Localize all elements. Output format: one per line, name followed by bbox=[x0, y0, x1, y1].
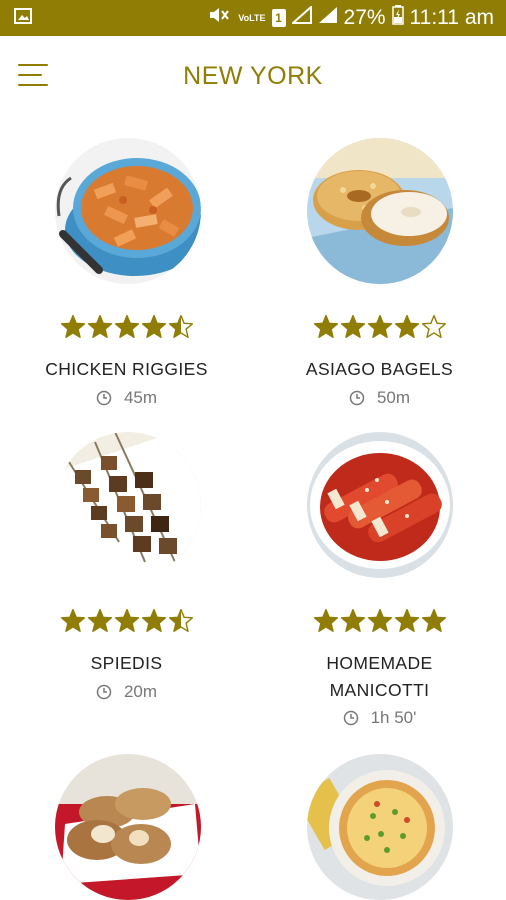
recipe-name: HOMEMADE MANICOTTI bbox=[253, 650, 506, 704]
recipe-time-value: 1h 50' bbox=[370, 708, 417, 727]
recipe-card-6[interactable] bbox=[253, 754, 506, 900]
star-full-icon bbox=[114, 314, 139, 338]
star-full-icon bbox=[394, 608, 419, 632]
recipe-name-line2: MANICOTTI bbox=[329, 680, 430, 700]
clock-icon bbox=[96, 684, 112, 700]
recipe-card-5[interactable] bbox=[0, 754, 253, 900]
recipe-photo[interactable] bbox=[307, 432, 453, 578]
star-half-icon bbox=[168, 314, 193, 338]
recipe-time: 45m bbox=[0, 388, 253, 408]
battery-percent: 27% bbox=[343, 6, 386, 29]
recipe-time: 1h 50' bbox=[253, 708, 506, 728]
clock-time: 11:11 am bbox=[409, 6, 494, 29]
rating-stars bbox=[253, 314, 506, 340]
star-half-icon bbox=[168, 608, 193, 632]
recipe-name: SPIEDIS bbox=[90, 653, 163, 673]
recipe-time-value: 45m bbox=[123, 388, 158, 407]
star-full-icon bbox=[87, 608, 112, 632]
recipe-time: 50m bbox=[253, 388, 506, 408]
recipe-time: 20m bbox=[0, 682, 253, 702]
rating-stars bbox=[253, 608, 506, 634]
star-full-icon bbox=[340, 608, 365, 632]
recipe-name-line1: HOMEMADE bbox=[326, 653, 433, 673]
signal-icon-1 bbox=[289, 4, 312, 30]
recipe-card-homemade-manicotti[interactable]: HOMEMADE MANICOTTI 1h 50' bbox=[253, 432, 506, 732]
app-bar: NEW YORK bbox=[0, 36, 506, 116]
mute-icon bbox=[208, 6, 232, 30]
recipe-time-value: 20m bbox=[123, 682, 158, 701]
battery-icon bbox=[391, 5, 404, 31]
star-full-icon bbox=[141, 314, 166, 338]
recipe-photo[interactable] bbox=[307, 138, 453, 284]
recipe-photo[interactable] bbox=[55, 754, 201, 900]
recipe-name: ASIAGO BAGELS bbox=[305, 359, 454, 379]
rating-stars bbox=[0, 608, 253, 634]
star-full-icon bbox=[340, 314, 365, 338]
recipe-photo[interactable] bbox=[307, 754, 453, 900]
recipe-time-value: 50m bbox=[376, 388, 411, 407]
signal-icon-2 bbox=[318, 6, 338, 30]
star-empty-icon bbox=[421, 314, 446, 338]
clock-icon bbox=[96, 390, 112, 406]
star-full-icon bbox=[60, 314, 85, 338]
star-full-icon bbox=[313, 608, 338, 632]
volte-icon: VoLTE bbox=[238, 12, 266, 23]
rating-stars bbox=[0, 314, 253, 340]
recipe-card-chicken-riggies[interactable]: CHICKEN RIGGIES 45m bbox=[0, 138, 253, 428]
clock-icon bbox=[349, 390, 365, 406]
gallery-notification-icon bbox=[14, 7, 32, 29]
star-full-icon bbox=[367, 608, 392, 632]
star-full-icon bbox=[60, 608, 85, 632]
star-full-icon bbox=[421, 608, 446, 632]
star-full-icon bbox=[141, 608, 166, 632]
clock-icon bbox=[343, 710, 358, 726]
hamburger-menu-icon[interactable] bbox=[18, 64, 48, 86]
star-full-icon bbox=[394, 314, 419, 338]
recipe-card-spiedis[interactable]: SPIEDIS 20m bbox=[0, 432, 253, 732]
recipe-name: CHICKEN RIGGIES bbox=[45, 359, 208, 379]
recipe-photo[interactable] bbox=[55, 432, 201, 578]
star-full-icon bbox=[367, 314, 392, 338]
star-full-icon bbox=[313, 314, 338, 338]
recipe-card-asiago-bagels[interactable]: ASIAGO BAGELS 50m bbox=[253, 138, 506, 428]
status-bar: VoLTE 1 27% 11:11 am bbox=[0, 0, 506, 36]
recipe-photo[interactable] bbox=[55, 138, 201, 284]
sim-icon: 1 bbox=[271, 9, 286, 27]
page-title: NEW YORK bbox=[183, 61, 323, 90]
star-full-icon bbox=[114, 608, 139, 632]
star-full-icon bbox=[87, 314, 112, 338]
